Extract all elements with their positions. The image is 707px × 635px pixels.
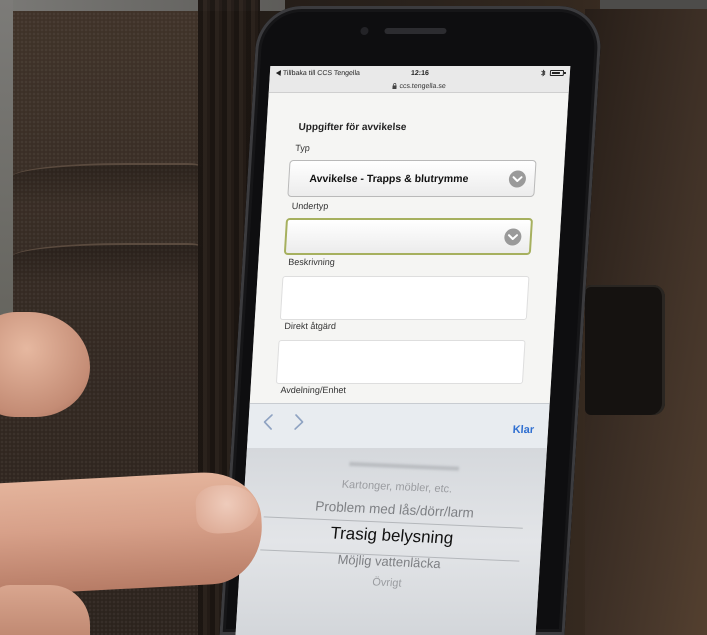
card-pocket <box>12 163 202 205</box>
picker-option[interactable]: Kartonger, möbler, etc. <box>247 475 547 500</box>
page-url: ccs.tengella.se <box>399 82 446 90</box>
battery-icon <box>549 70 565 76</box>
direct-action-label: Direkt åtgärd <box>284 321 337 331</box>
input-accessory-toolbar: Klar <box>246 403 550 448</box>
chevron-left-icon[interactable] <box>260 413 277 431</box>
department-label: Avdelning/Enhet <box>280 385 347 395</box>
description-label: Beskrivning <box>288 257 336 267</box>
direct-action-field[interactable] <box>275 340 526 384</box>
chevron-right-icon[interactable] <box>290 413 307 431</box>
stone-surface <box>600 0 707 9</box>
smartphone: Tillbaka till CCS Tengella 12:16 ccs.ten… <box>219 6 603 635</box>
phone-case-strap <box>585 285 665 415</box>
form-heading: Uppgifter för avvikelse <box>298 122 407 133</box>
status-time: 12:16 <box>410 69 430 77</box>
stone-surface <box>0 0 13 318</box>
lock-icon <box>392 83 397 89</box>
back-link-label: Tillbaka till CCS Tengella <box>282 69 361 77</box>
type-select-value: Avvikelse - Trapps & blutrymme <box>309 172 469 185</box>
picker-option-selected[interactable]: Trasig belysning <box>241 519 542 552</box>
description-field[interactable] <box>279 276 530 320</box>
battery-level <box>551 72 560 74</box>
picker-options: Kartonger, möbler, etc. Problem med lås/… <box>236 442 551 635</box>
deviation-form: Uppgifter för avvikelse Typ Avvikelse - … <box>249 93 569 403</box>
earpiece-speaker <box>384 28 447 34</box>
back-arrow-icon <box>275 70 282 76</box>
picker-option-obscured <box>349 461 460 471</box>
phone-screen: Tillbaka till CCS Tengella 12:16 ccs.ten… <box>235 66 571 635</box>
subtype-select[interactable] <box>283 218 534 255</box>
type-select[interactable]: Avvikelse - Trapps & blutrymme <box>287 160 537 197</box>
card-pocket <box>12 243 202 285</box>
status-bar: Tillbaka till CCS Tengella 12:16 <box>269 66 571 80</box>
front-camera <box>360 27 369 35</box>
picker-option[interactable]: Problem med lås/dörr/larm <box>244 495 544 523</box>
done-button[interactable]: Klar <box>512 424 534 436</box>
back-to-app-link[interactable]: Tillbaka till CCS Tengella <box>275 69 411 77</box>
chevron-down-icon <box>504 228 522 245</box>
option-picker-wheel[interactable]: Kartonger, möbler, etc. Problem med lås/… <box>235 448 547 635</box>
type-label: Typ <box>295 143 311 153</box>
bluetooth-icon <box>541 69 546 77</box>
address-bar[interactable]: ccs.tengella.se <box>268 80 570 93</box>
chevron-down-icon <box>508 170 526 187</box>
picker-option[interactable]: Möjlig vattenläcka <box>239 547 539 575</box>
picker-option[interactable]: Övrigt <box>237 570 537 595</box>
photo-scene: Tillbaka till CCS Tengella 12:16 ccs.ten… <box>0 0 707 635</box>
subtype-label: Undertyp <box>291 201 329 211</box>
